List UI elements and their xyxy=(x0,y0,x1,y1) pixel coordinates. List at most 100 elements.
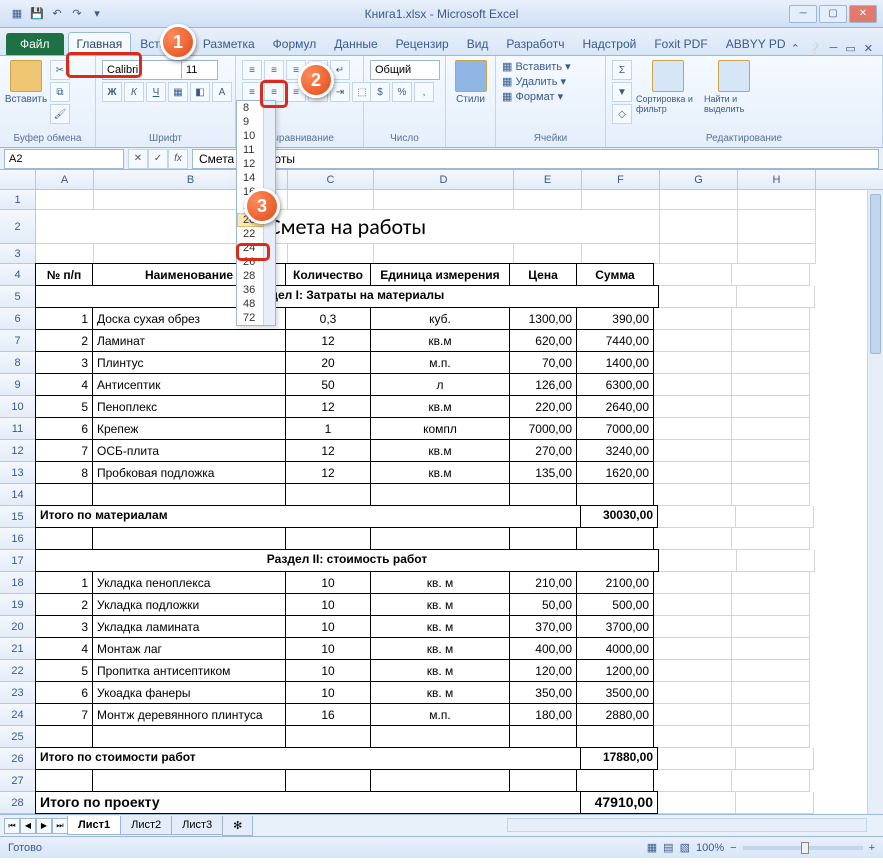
cell[interactable]: 1 xyxy=(285,417,371,440)
subtotal-label[interactable]: Итого по материалам xyxy=(35,505,581,528)
tab-view[interactable]: Вид xyxy=(458,32,498,55)
cell[interactable]: 12 xyxy=(285,395,371,418)
cell[interactable]: кв.м xyxy=(370,329,510,352)
cell[interactable] xyxy=(654,660,732,682)
col-header[interactable]: D xyxy=(374,170,514,189)
subtotal-value[interactable]: 17880,00 xyxy=(580,747,658,770)
cell[interactable]: 3240,00 xyxy=(576,439,654,462)
cell[interactable]: Крепеж xyxy=(92,417,286,440)
cell[interactable]: 7 xyxy=(35,439,93,462)
cell[interactable] xyxy=(732,308,810,330)
cell[interactable] xyxy=(732,374,810,396)
cell[interactable] xyxy=(509,527,577,550)
row-header[interactable]: 26 xyxy=(0,748,36,770)
cell[interactable]: 3700,00 xyxy=(576,615,654,638)
cell[interactable] xyxy=(582,244,660,264)
cell[interactable] xyxy=(654,572,732,594)
font-color-button[interactable]: A xyxy=(212,82,232,102)
cell[interactable] xyxy=(288,244,374,264)
col-header[interactable]: G xyxy=(660,170,738,189)
row-header[interactable]: 25 xyxy=(0,726,36,748)
cell[interactable]: Монтж деревянного плинтуса xyxy=(92,703,286,726)
cell[interactable] xyxy=(732,616,810,638)
cell[interactable] xyxy=(514,244,582,264)
cell[interactable] xyxy=(659,550,737,572)
doc-restore-icon[interactable]: ▭ xyxy=(845,42,855,55)
cell[interactable]: Единица измерения xyxy=(370,263,510,286)
cell[interactable] xyxy=(35,483,93,506)
cell[interactable]: 10 xyxy=(285,681,371,704)
save-icon[interactable]: 💾 xyxy=(28,5,46,23)
cell[interactable]: Укладка подложки xyxy=(92,593,286,616)
cell[interactable]: 1 xyxy=(35,571,93,594)
cell[interactable] xyxy=(660,190,738,210)
cell[interactable]: 1300,00 xyxy=(509,307,577,330)
worksheet-grid[interactable]: A B C D E F G H 12Смета на работы34№ п/п… xyxy=(0,170,883,814)
cell[interactable] xyxy=(92,527,286,550)
cell[interactable]: кв. м xyxy=(370,681,510,704)
col-header[interactable]: H xyxy=(738,170,816,189)
zoom-in-button[interactable]: + xyxy=(869,842,875,854)
cell[interactable] xyxy=(654,528,732,550)
currency-icon[interactable]: $ xyxy=(370,82,390,102)
doc-close-icon[interactable]: ✕ xyxy=(864,42,873,55)
cell[interactable]: 8 xyxy=(35,461,93,484)
cell[interactable]: 500,00 xyxy=(576,593,654,616)
cell[interactable]: 6 xyxy=(35,417,93,440)
format-painter-icon[interactable]: 🖌 xyxy=(50,104,70,124)
cell[interactable] xyxy=(659,286,737,308)
cell[interactable]: 5 xyxy=(35,659,93,682)
row-header[interactable]: 6 xyxy=(0,308,36,330)
cell[interactable] xyxy=(732,330,810,352)
cell[interactable] xyxy=(374,190,514,210)
qat-more-icon[interactable]: ▾ xyxy=(88,5,106,23)
cell[interactable]: 3 xyxy=(35,615,93,638)
underline-button[interactable]: Ч xyxy=(146,82,166,102)
cell[interactable]: 1200,00 xyxy=(576,659,654,682)
cell[interactable] xyxy=(370,527,510,550)
cell[interactable] xyxy=(35,725,93,748)
cell[interactable]: 70,00 xyxy=(509,351,577,374)
cell[interactable] xyxy=(732,264,810,286)
italic-button[interactable]: К xyxy=(124,82,144,102)
cell[interactable] xyxy=(732,528,810,550)
title-cell[interactable]: Смета на работы xyxy=(36,210,660,244)
cell[interactable] xyxy=(654,264,732,286)
cell[interactable] xyxy=(509,769,577,792)
cell[interactable] xyxy=(736,792,814,814)
cell[interactable]: Цена xyxy=(509,263,577,286)
cell[interactable]: 10 xyxy=(285,615,371,638)
cell[interactable]: 210,00 xyxy=(509,571,577,594)
col-header[interactable]: E xyxy=(514,170,582,189)
cell[interactable]: л xyxy=(370,373,510,396)
cell[interactable]: 50,00 xyxy=(509,593,577,616)
cell[interactable]: кв. м xyxy=(370,571,510,594)
cell[interactable] xyxy=(732,440,810,462)
row-header[interactable]: 19 xyxy=(0,594,36,616)
cell[interactable] xyxy=(285,769,371,792)
cell[interactable]: 4 xyxy=(35,637,93,660)
cell[interactable]: 12 xyxy=(285,461,371,484)
cell[interactable] xyxy=(732,484,810,506)
border-button[interactable]: ▦ xyxy=(168,82,188,102)
help-icon[interactable]: ❔ xyxy=(808,42,822,55)
row-header[interactable]: 21 xyxy=(0,638,36,660)
font-family-combo[interactable] xyxy=(102,60,182,80)
cell[interactable]: 2640,00 xyxy=(576,395,654,418)
tab-foxit[interactable]: Foxit PDF xyxy=(645,32,716,55)
cell[interactable]: 7 xyxy=(35,703,93,726)
cell[interactable] xyxy=(285,725,371,748)
cell[interactable] xyxy=(654,418,732,440)
view-layout-icon[interactable]: ▤ xyxy=(663,841,673,854)
cell[interactable]: кв.м xyxy=(370,461,510,484)
align-middle-icon[interactable]: ≡ xyxy=(264,60,284,80)
undo-icon[interactable]: ↶ xyxy=(48,5,66,23)
number-format-combo[interactable] xyxy=(370,60,440,80)
sheet-tab[interactable]: Лист1 xyxy=(67,816,121,835)
cell[interactable]: Пропитка антисептиком xyxy=(92,659,286,682)
cell[interactable]: 12 xyxy=(285,439,371,462)
row-header[interactable]: 20 xyxy=(0,616,36,638)
section-header[interactable]: Раздел II: стоимость работ xyxy=(35,549,659,572)
redo-icon[interactable]: ↷ xyxy=(68,5,86,23)
cell[interactable] xyxy=(736,748,814,770)
